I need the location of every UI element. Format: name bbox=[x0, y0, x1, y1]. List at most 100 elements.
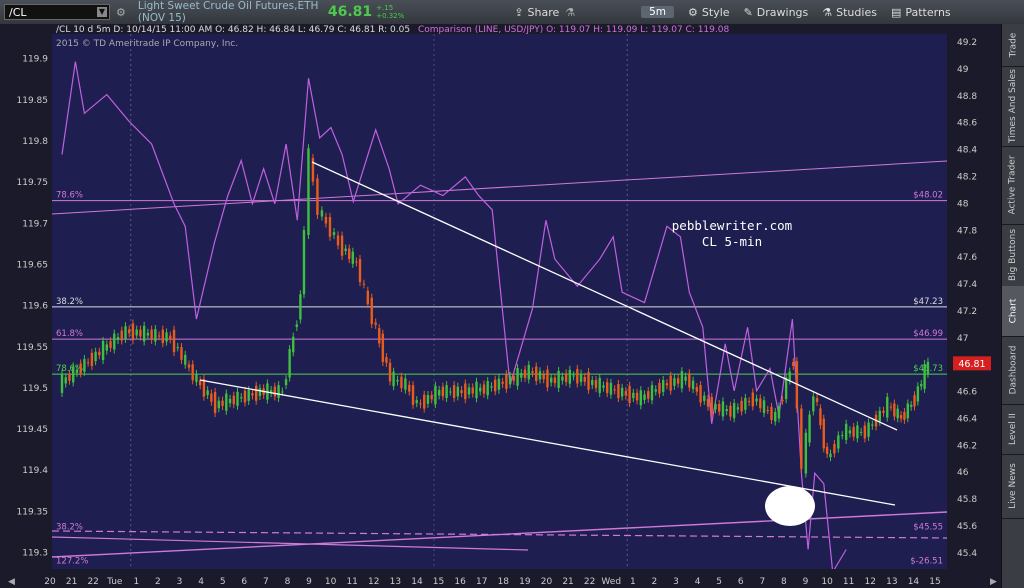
candle-body bbox=[258, 388, 262, 396]
sidebar-tab-big-buttons[interactable]: Big Buttons bbox=[1002, 224, 1024, 287]
candle-body bbox=[128, 329, 131, 334]
right-axis-tick: 48.2 bbox=[957, 172, 977, 182]
candle-body bbox=[101, 340, 105, 361]
candle-body bbox=[564, 373, 568, 383]
left-axis-tick: 119.8 bbox=[22, 137, 48, 147]
candle-body bbox=[240, 397, 243, 399]
candle-body bbox=[142, 325, 146, 342]
candle-body bbox=[198, 380, 202, 386]
candle-body bbox=[736, 407, 740, 410]
style-button[interactable]: ⚙ Style bbox=[688, 6, 730, 19]
symbol-dropdown-icon[interactable]: ▼ bbox=[97, 7, 107, 17]
studies-button[interactable]: ⚗ Studies bbox=[822, 6, 877, 19]
candle-body bbox=[311, 157, 315, 182]
candle-body bbox=[210, 393, 213, 402]
candle-body bbox=[135, 329, 138, 336]
sidebar-tab-dashboard[interactable]: Dashboard bbox=[1002, 336, 1024, 405]
candle-body bbox=[650, 385, 654, 401]
left-axis-tick: 119.75 bbox=[17, 178, 49, 188]
candle-body bbox=[594, 380, 598, 389]
left-axis-tick: 119.35 bbox=[17, 507, 49, 517]
patterns-icon: ▤ bbox=[890, 5, 902, 19]
fib-level-label: 78.6% bbox=[56, 191, 83, 201]
x-axis-tick: 12 bbox=[368, 577, 379, 587]
scroll-right-icon[interactable]: ▶ bbox=[990, 577, 997, 587]
candle-body bbox=[288, 349, 291, 378]
drawings-button[interactable]: ✎ Drawings bbox=[744, 6, 809, 19]
interval-selector[interactable]: 5m bbox=[641, 6, 675, 18]
candle-body bbox=[295, 324, 299, 328]
candle-body bbox=[408, 384, 411, 392]
candle-body bbox=[906, 403, 909, 419]
x-axis-tick: 4 bbox=[198, 577, 204, 587]
candle-body bbox=[609, 382, 613, 395]
watermark-site: pebblewriter.com bbox=[672, 218, 792, 233]
sidebar-tab-active-trader[interactable]: Active Trader bbox=[1002, 146, 1024, 225]
candle-body bbox=[299, 294, 302, 320]
candle-body bbox=[531, 371, 534, 373]
candle-body bbox=[747, 401, 751, 403]
candle-body bbox=[471, 387, 474, 394]
x-axis-tick: 12 bbox=[865, 577, 876, 587]
candle-body bbox=[777, 406, 781, 419]
sidebar-tab-chart[interactable]: Chart bbox=[1002, 286, 1024, 337]
x-axis-tick: 1 bbox=[133, 577, 139, 587]
candle-body bbox=[493, 379, 497, 392]
x-axis-tick: Tue bbox=[106, 577, 123, 587]
patterns-button[interactable]: ▤ Patterns bbox=[891, 6, 951, 19]
candle-body bbox=[284, 379, 288, 386]
candle-body bbox=[856, 425, 859, 439]
change-percent: +0.32% bbox=[376, 12, 405, 20]
candle-body bbox=[332, 232, 336, 236]
candle-body bbox=[926, 361, 930, 374]
flask-icon[interactable]: ⚗ bbox=[565, 6, 575, 19]
price-change: +.15 +0.32% bbox=[376, 4, 404, 20]
fib-level-label: 38.2% bbox=[56, 297, 83, 307]
candle-body bbox=[324, 216, 328, 224]
candle-body bbox=[535, 366, 538, 381]
candle-body bbox=[180, 347, 183, 360]
candle-body bbox=[538, 371, 542, 380]
candle-body bbox=[90, 352, 94, 367]
scroll-left-icon[interactable]: ◀ bbox=[8, 577, 15, 587]
candle-body bbox=[542, 374, 545, 380]
right-axis-tick: 46 bbox=[957, 468, 969, 478]
candle-body bbox=[366, 290, 370, 305]
candle-body bbox=[340, 235, 344, 256]
candle-body bbox=[505, 374, 508, 389]
candle-body bbox=[721, 401, 725, 417]
x-axis-tick: 7 bbox=[759, 577, 765, 587]
watermark-caption: CL 5-min bbox=[702, 234, 762, 249]
sidebar-tab-live-news[interactable]: Live News bbox=[1002, 454, 1024, 519]
candle-body bbox=[639, 390, 642, 406]
sidebar-tab-trade[interactable]: Trade bbox=[1002, 24, 1024, 67]
sidebar-tab-label: Times And Sales bbox=[1008, 69, 1018, 143]
share-button[interactable]: ⇪ Share bbox=[514, 6, 559, 19]
candle-body bbox=[150, 329, 153, 340]
sidebar-tab-times-and-sales[interactable]: Times And Sales bbox=[1002, 66, 1024, 147]
candle-body bbox=[825, 446, 829, 454]
right-axis-tick: 49.2 bbox=[957, 38, 977, 48]
x-axis-tick: 6 bbox=[738, 577, 744, 587]
candle-body bbox=[706, 398, 710, 407]
candle-body bbox=[903, 411, 906, 420]
candle-body bbox=[374, 322, 377, 325]
candle-body bbox=[464, 383, 467, 400]
candle-body bbox=[568, 369, 572, 384]
candle-body bbox=[351, 251, 355, 264]
price-chart[interactable]: 78.6%$48.0238.2%$47.2361.8%$46.9978.6%$4… bbox=[0, 24, 1002, 588]
candle-body bbox=[665, 383, 669, 386]
candle-body bbox=[490, 386, 493, 388]
x-axis-tick: 3 bbox=[177, 577, 183, 587]
sidebar-tab-label: Level II bbox=[1008, 413, 1018, 445]
sidebar-tab-level-ii[interactable]: Level II bbox=[1002, 404, 1024, 455]
x-axis-tick: 5 bbox=[716, 577, 722, 587]
gear-icon[interactable]: ⚙ bbox=[116, 6, 126, 19]
candle-body bbox=[430, 395, 433, 400]
candle-body bbox=[116, 337, 120, 341]
candle-body bbox=[426, 395, 430, 404]
candle-body bbox=[863, 425, 867, 439]
x-axis-tick: 9 bbox=[306, 577, 312, 587]
left-axis-tick: 119.5 bbox=[22, 384, 48, 394]
symbol-input[interactable]: /CL ▼ bbox=[4, 4, 110, 20]
